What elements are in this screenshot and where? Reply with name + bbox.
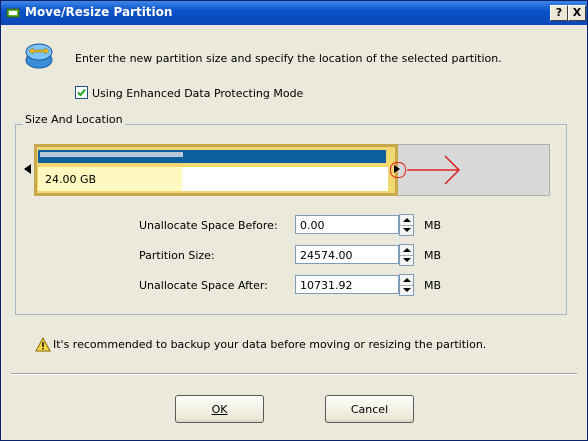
partition-size-spinner[interactable] [399, 244, 414, 266]
unit-label: MB [424, 219, 442, 232]
enhanced-mode-checkbox[interactable] [75, 86, 88, 99]
unallocate-before-spinner[interactable] [399, 214, 414, 236]
unallocate-after-label: Unallocate Space After: [139, 279, 268, 292]
left-resize-handle[interactable] [24, 164, 31, 174]
enhanced-mode-label[interactable]: Using Enhanced Data Protecting Mode [92, 87, 303, 100]
spin-down-icon[interactable] [400, 286, 413, 296]
ok-button[interactable]: OK [175, 395, 264, 423]
partition-app-icon [6, 8, 20, 18]
footer-separator [11, 373, 577, 375]
spin-up-icon[interactable] [400, 245, 413, 255]
unallocate-after-spinner[interactable] [399, 274, 414, 296]
move-resize-dialog: Move/Resize Partition ? X Enter the new … [0, 0, 588, 441]
spin-up-icon[interactable] [400, 215, 413, 225]
group-label: Size And Location [23, 113, 125, 126]
window-title: Move/Resize Partition [25, 5, 173, 19]
unit-label: MB [424, 249, 442, 262]
partition-size-input[interactable]: 24574.00 [295, 245, 399, 264]
close-button[interactable]: X [568, 5, 586, 21]
move-resize-icon [25, 43, 53, 69]
unit-label: MB [424, 279, 442, 292]
spin-up-icon[interactable] [400, 275, 413, 285]
drag-direction-arrow-icon [407, 155, 461, 185]
partition-usage-highlight [40, 152, 183, 157]
partition-free-area [182, 167, 388, 191]
title-bar[interactable]: Move/Resize Partition ? X [1, 1, 587, 25]
warning-icon [35, 337, 51, 352]
partition-size-label: 24.00 GB [45, 173, 97, 186]
cancel-button[interactable]: Cancel [325, 395, 414, 423]
cancel-button-label: Cancel [350, 403, 389, 416]
partition-size-label-text: Partition Size: [139, 249, 215, 262]
checkmark-icon [77, 88, 86, 97]
spin-down-icon[interactable] [400, 226, 413, 236]
unallocate-before-input[interactable]: 0.00 [295, 215, 399, 234]
right-handle-arrow-icon [394, 165, 400, 173]
spin-down-icon[interactable] [400, 256, 413, 266]
unallocate-before-label: Unallocate Space Before: [139, 219, 278, 232]
instruction-text: Enter the new partition size and specify… [75, 52, 502, 65]
help-button[interactable]: ? [550, 5, 568, 21]
unallocate-after-input[interactable]: 10731.92 [295, 275, 399, 294]
warning-text: It's recommended to backup your data bef… [53, 338, 487, 351]
ok-button-label: OK [211, 403, 228, 416]
